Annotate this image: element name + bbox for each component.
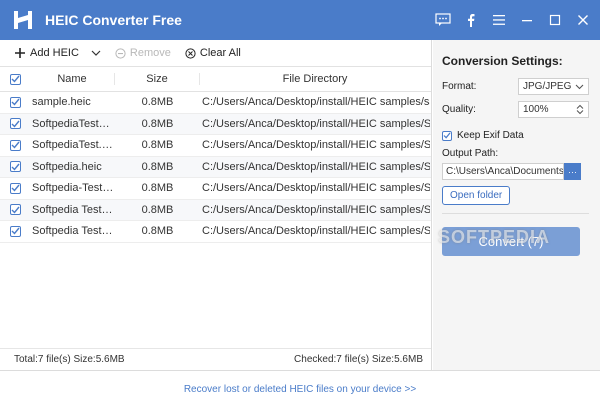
file-name: Softpedia.heic — [32, 160, 102, 173]
file-size: 0.8MB — [141, 203, 174, 216]
settings-panel: Conversion Settings: Format: JPG/JPEG Qu… — [433, 40, 600, 370]
total-status: Total:7 file(s) Size:5.6MB — [14, 354, 125, 365]
checked-status: Checked:7 file(s) Size:5.6MB — [294, 354, 423, 365]
table-row[interactable]: Softpedia.heic 0.8MB C:/Users/Anca/Deskt… — [0, 156, 431, 178]
file-table-body: sample.heic 0.8MB C:/Users/Anca/Desktop/… — [0, 92, 431, 243]
status-bar: Total:7 file(s) Size:5.6MB Checked:7 fil… — [0, 348, 431, 370]
footer: Recover lost or deleted HEIC files on yo… — [0, 370, 600, 407]
file-directory: C:/Users/Anca/Desktop/install/HEIC sampl… — [202, 160, 430, 173]
add-heic-button[interactable]: Add HEIC — [14, 47, 101, 59]
column-header-directory[interactable]: File Directory — [200, 73, 430, 85]
file-directory: C:/Users/Anca/Desktop/install/HEIC sampl… — [202, 139, 430, 152]
file-name: Softpedia Tested.... — [32, 203, 115, 216]
open-folder-button[interactable]: Open folder — [442, 186, 511, 205]
file-name: Softpedia Test.heic — [32, 225, 115, 238]
row-checkbox[interactable] — [9, 96, 21, 108]
file-name: SoftpediaTested.h... — [32, 117, 115, 130]
keep-exif-checkbox[interactable] — [442, 130, 452, 141]
stepper-arrows-icon[interactable] — [576, 104, 584, 115]
row-checkbox[interactable] — [9, 182, 21, 194]
feedback-icon[interactable] — [434, 11, 452, 29]
format-label: Format: — [442, 81, 477, 92]
file-directory: C:/Users/Anca/Desktop/install/HEIC sampl… — [202, 182, 430, 195]
table-row[interactable]: SoftpediaTest.heic 0.8MB C:/Users/Anca/D… — [0, 135, 431, 157]
chevron-down-icon — [575, 84, 584, 89]
quality-stepper[interactable]: 100% — [518, 101, 589, 118]
output-path-label: Output Path: — [442, 148, 499, 159]
menu-icon[interactable] — [490, 11, 508, 29]
remove-icon — [115, 47, 126, 59]
add-heic-label: Add HEIC — [30, 47, 79, 59]
format-value: JPG/JPEG — [523, 81, 572, 92]
quality-value: 100% — [523, 104, 549, 115]
chevron-down-icon[interactable] — [91, 50, 101, 57]
clear-icon — [185, 47, 196, 59]
file-directory: C:/Users/Anca/Desktop/install/HEIC sampl… — [202, 96, 430, 109]
facebook-icon[interactable] — [462, 11, 480, 29]
row-checkbox[interactable] — [9, 139, 21, 151]
file-size: 0.8MB — [141, 139, 174, 152]
format-select[interactable]: JPG/JPEG — [518, 78, 589, 95]
quality-label: Quality: — [442, 104, 476, 115]
column-header-name[interactable]: Name — [30, 73, 115, 85]
row-checkbox[interactable] — [9, 161, 21, 173]
output-path-field[interactable]: C:\Users\Anca\Documents\Fo — [442, 163, 564, 180]
maximize-icon[interactable] — [546, 11, 564, 29]
column-header-size[interactable]: Size — [115, 73, 200, 85]
clear-all-button[interactable]: Clear All — [185, 47, 241, 59]
row-checkbox[interactable] — [9, 225, 21, 237]
file-name: sample.heic — [32, 96, 91, 109]
softpedia-watermark: SOFTPEDIA — [438, 227, 551, 247]
recover-files-link[interactable]: Recover lost or deleted HEIC files on yo… — [184, 384, 416, 395]
add-icon — [15, 48, 25, 58]
row-checkbox[interactable] — [9, 118, 21, 130]
remove-label: Remove — [129, 47, 171, 59]
minimize-icon[interactable] — [518, 11, 536, 29]
file-directory: C:/Users/Anca/Desktop/install/HEIC sampl… — [202, 203, 430, 216]
divider — [442, 213, 589, 214]
settings-title: Conversion Settings: — [442, 54, 563, 68]
file-list-panel: Add HEIC Remove Clear All Name Size File… — [0, 40, 432, 370]
browse-button[interactable]: ··· — [564, 163, 581, 180]
file-size: 0.8MB — [141, 182, 174, 195]
remove-button[interactable]: Remove — [115, 47, 171, 59]
file-directory: C:/Users/Anca/Desktop/install/HEIC sampl… — [202, 117, 430, 130]
table-row[interactable]: SoftpediaTested.h... 0.8MB C:/Users/Anca… — [0, 113, 431, 135]
file-size: 0.8MB — [141, 117, 174, 130]
table-row[interactable]: Softpedia-Tested.... 0.8MB C:/Users/Anca… — [0, 178, 431, 200]
table-row[interactable]: Softpedia Test.heic 0.8MB C:/Users/Anca/… — [0, 221, 431, 243]
file-name: SoftpediaTest.heic — [32, 139, 115, 152]
select-all-checkbox[interactable] — [9, 73, 21, 85]
close-icon[interactable] — [574, 11, 592, 29]
file-name: Softpedia-Tested.... — [32, 182, 115, 195]
title-bar: HEIC Converter Free — [0, 0, 600, 40]
keep-exif-label: Keep Exif Data — [457, 130, 524, 141]
app-title: HEIC Converter Free — [45, 12, 182, 28]
clear-all-label: Clear All — [199, 47, 241, 59]
toolbar: Add HEIC Remove Clear All — [0, 40, 431, 67]
file-size: 0.8MB — [141, 225, 174, 238]
file-directory: C:/Users/Anca/Desktop/install/HEIC sampl… — [202, 225, 430, 238]
table-row[interactable]: sample.heic 0.8MB C:/Users/Anca/Desktop/… — [0, 92, 431, 114]
file-size: 0.8MB — [141, 160, 174, 173]
file-size: 0.8MB — [141, 96, 174, 109]
app-logo-icon — [11, 8, 35, 32]
table-header: Name Size File Directory — [0, 67, 431, 92]
row-checkbox[interactable] — [9, 204, 21, 216]
keep-exif-option[interactable]: Keep Exif Data — [442, 130, 589, 141]
table-row[interactable]: Softpedia Tested.... 0.8MB C:/Users/Anca… — [0, 199, 431, 221]
